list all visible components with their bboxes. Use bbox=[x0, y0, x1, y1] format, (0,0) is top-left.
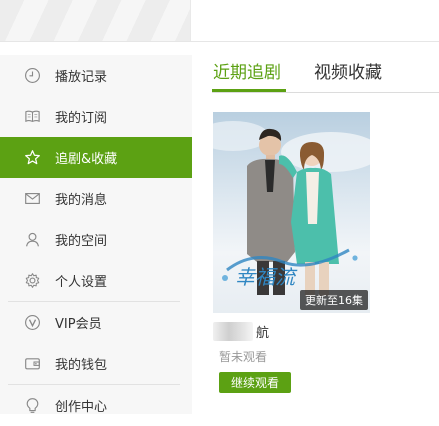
sidebar-item-label: 我的消息 bbox=[55, 193, 108, 208]
envelope-icon bbox=[23, 190, 41, 208]
drama-poster[interactable]: 幸福流 更新至16集 bbox=[213, 112, 370, 313]
sidebar-item-wallet[interactable]: 我的钱包 bbox=[0, 343, 192, 384]
sidebar-item-label: VIP会员 bbox=[55, 317, 102, 332]
tab-bar: 近期追剧 视频收藏 bbox=[212, 54, 439, 93]
sidebar-item-follow-favorites[interactable]: 追剧&收藏 bbox=[0, 137, 192, 178]
vip-icon bbox=[23, 314, 41, 332]
gear-icon bbox=[23, 272, 41, 290]
tab-video-favorites[interactable]: 视频收藏 bbox=[314, 58, 382, 83]
sidebar: 播放记录 我的订阅 追剧&收藏 我的消息 我的空间 个人设置 VIP会员 我的钱… bbox=[0, 55, 192, 415]
sidebar-item-settings[interactable]: 个人设置 bbox=[0, 260, 192, 301]
sidebar-item-my-space[interactable]: 我的空间 bbox=[0, 219, 192, 260]
star-icon bbox=[23, 149, 41, 167]
active-tab-indicator bbox=[212, 89, 286, 92]
sidebar-item-creator-center[interactable]: 创作中心 bbox=[0, 385, 192, 426]
sidebar-item-subscriptions[interactable]: 我的订阅 bbox=[0, 96, 192, 137]
drama-card: 幸福流 更新至16集 航 暂未观看 继续观看 bbox=[213, 112, 370, 402]
clock-icon bbox=[23, 67, 41, 85]
sidebar-item-label: 个人设置 bbox=[55, 275, 108, 290]
sidebar-item-label: 我的空间 bbox=[55, 234, 108, 249]
banner-pattern bbox=[0, 0, 190, 41]
book-icon bbox=[23, 108, 41, 126]
sidebar-item-label: 追剧&收藏 bbox=[55, 152, 118, 167]
tab-recent-follow[interactable]: 近期追剧 bbox=[213, 58, 281, 83]
sidebar-item-play-history[interactable]: 播放记录 bbox=[0, 55, 192, 96]
banner-divider bbox=[190, 0, 191, 41]
watch-status: 暂未观看 bbox=[219, 350, 268, 364]
drama-title[interactable]: 航 bbox=[256, 322, 269, 341]
continue-watching-button[interactable]: 继续观看 bbox=[219, 372, 291, 393]
top-banner bbox=[0, 0, 439, 42]
sidebar-item-messages[interactable]: 我的消息 bbox=[0, 178, 192, 219]
sidebar-item-vip[interactable]: VIP会员 bbox=[0, 302, 192, 343]
poster-artwork: 幸福流 bbox=[213, 121, 370, 296]
poster-title-art: 幸福流 bbox=[235, 267, 298, 289]
sidebar-item-label: 播放记录 bbox=[55, 70, 108, 85]
creator-icon bbox=[23, 397, 41, 415]
sidebar-item-label: 我的钱包 bbox=[55, 358, 108, 373]
sidebar-item-label: 创作中心 bbox=[55, 400, 108, 415]
sidebar-item-label: 我的订阅 bbox=[55, 111, 108, 126]
title-redacted bbox=[213, 322, 253, 341]
wallet-icon bbox=[23, 355, 41, 373]
update-status-badge: 更新至16集 bbox=[300, 290, 368, 310]
user-icon bbox=[23, 231, 41, 249]
